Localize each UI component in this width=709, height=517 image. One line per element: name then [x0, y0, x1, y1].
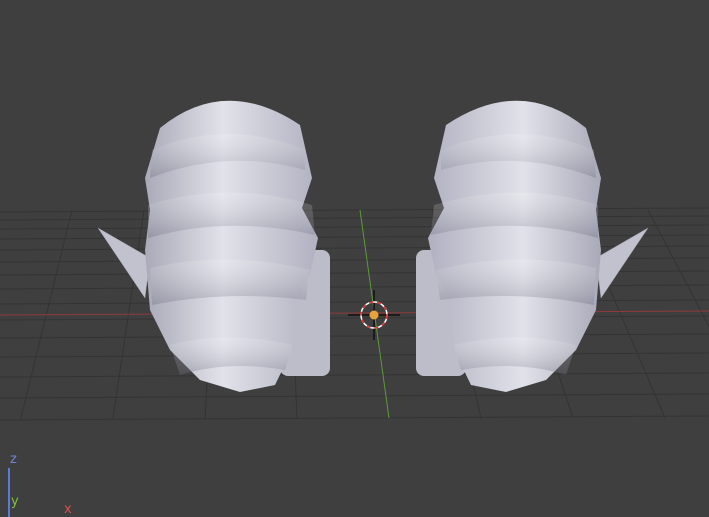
- head-left-mesh[interactable]: [97, 100, 331, 393]
- grid-line: [0, 215, 709, 221]
- grid-line: [0, 299, 709, 305]
- grid-line: [20, 209, 73, 419]
- grid-line: [0, 352, 709, 358]
- grid-line: [0, 245, 709, 251]
- grid-line: [0, 415, 709, 421]
- 3d-cursor-icon[interactable]: [348, 290, 400, 340]
- gizmo-x-label: x: [64, 502, 72, 517]
- 3d-viewport[interactable]: [0, 0, 709, 517]
- grid-line: [0, 207, 709, 213]
- gizmo-z-label: z: [10, 452, 17, 467]
- grid-line: [0, 372, 709, 378]
- grid-line: [647, 209, 709, 328]
- grid-line: [0, 315, 709, 321]
- grid-line: [0, 224, 709, 230]
- grid-line: [0, 333, 709, 339]
- gizmo-y-label: y: [11, 494, 19, 509]
- grid-line: [0, 393, 709, 399]
